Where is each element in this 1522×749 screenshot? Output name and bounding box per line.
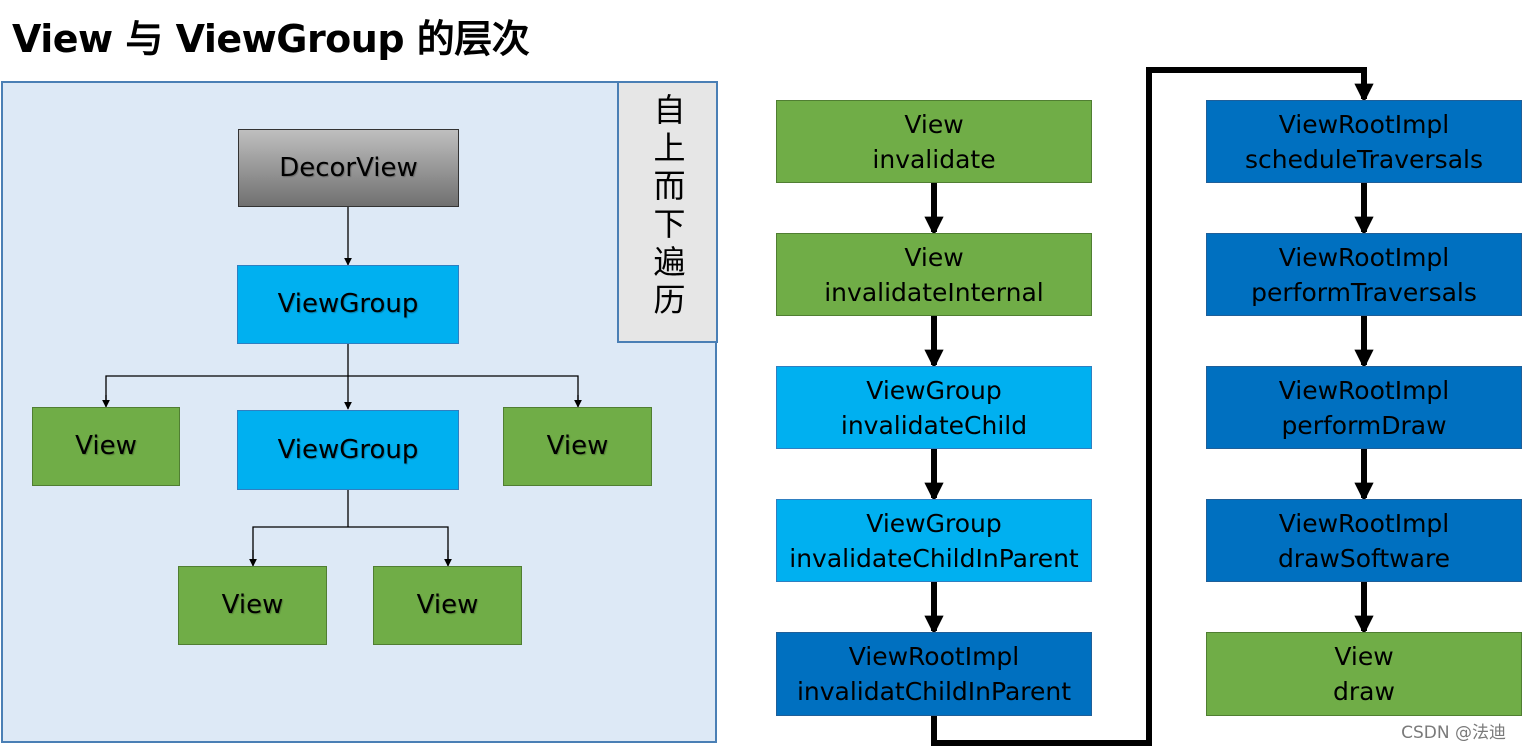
view-label: View xyxy=(75,431,137,461)
flow-step-5: ViewRootImpl invalidatChildInParent xyxy=(776,632,1092,716)
flow-step-method: invalidateChild xyxy=(840,410,1028,440)
flow-step-6: ViewRootImpl scheduleTraversals xyxy=(1206,100,1522,183)
watermark: CSDN @法迪 xyxy=(1401,723,1506,743)
flow-step-class: ViewRootImpl xyxy=(1278,375,1450,405)
flow-step-3: ViewGroup invalidateChild xyxy=(776,366,1092,449)
flow-step-method: performDraw xyxy=(1281,410,1447,440)
flow-step-2: View invalidateInternal xyxy=(776,233,1092,316)
view-label: View xyxy=(221,590,284,620)
viewgroup-node-level1: ViewGroup xyxy=(237,265,459,344)
flow-step-class: ViewGroup xyxy=(866,508,1002,538)
flow-step-class: View xyxy=(904,109,964,139)
flow-step-class: ViewRootImpl xyxy=(1278,508,1450,538)
decorview-label: DecorView xyxy=(279,152,418,183)
flow-step-class: ViewGroup xyxy=(866,375,1002,405)
flow-step-class: View xyxy=(904,242,964,272)
decorview-node: DecorView xyxy=(238,129,459,207)
flow-step-class: ViewRootImpl xyxy=(848,642,1020,671)
flow-step-class: View xyxy=(1334,642,1394,671)
flow-step-method: performTraversals xyxy=(1251,277,1477,307)
view-node-left: View xyxy=(32,407,180,486)
flow-step-method: draw xyxy=(1333,677,1395,706)
view-node-level3-right: View xyxy=(373,566,522,645)
flow-step-8: ViewRootImpl performDraw xyxy=(1206,366,1522,449)
viewgroup-label: ViewGroup xyxy=(277,289,419,319)
flow-step-method: invalidatChildInParent xyxy=(796,677,1072,706)
flow-step-7: ViewRootImpl performTraversals xyxy=(1206,233,1522,316)
view-label: View xyxy=(416,590,479,620)
flow-step-method: scheduleTraversals xyxy=(1244,144,1483,174)
viewgroup-node-level2: ViewGroup xyxy=(237,410,459,490)
sidebar-label: 自上而下遍历 xyxy=(648,93,687,321)
flow-step-method: invalidateInternal xyxy=(824,277,1044,307)
view-node-level3-left: View xyxy=(178,566,327,645)
page-title: View 与 ViewGroup 的层次 xyxy=(12,17,530,61)
view-node-right: View xyxy=(503,407,652,486)
viewgroup-label: ViewGroup xyxy=(277,434,419,465)
view-label: View xyxy=(546,431,609,461)
flow-step-4: ViewGroup invalidateChildInParent xyxy=(776,499,1092,582)
flow-step-method: drawSoftware xyxy=(1277,543,1451,573)
flow-step-class: ViewRootImpl xyxy=(1278,242,1450,272)
flow-step-9: ViewRootImpl drawSoftware xyxy=(1206,499,1522,582)
flow-step-method: invalidateChildInParent xyxy=(789,543,1079,573)
flow-step-method: invalidate xyxy=(872,144,996,174)
sidebar-label-box: 自上而下遍历 xyxy=(617,81,718,343)
flow-step-class: ViewRootImpl xyxy=(1278,109,1450,139)
flow-step-1: View invalidate xyxy=(776,100,1092,183)
flow-step-10: View draw xyxy=(1206,632,1522,716)
